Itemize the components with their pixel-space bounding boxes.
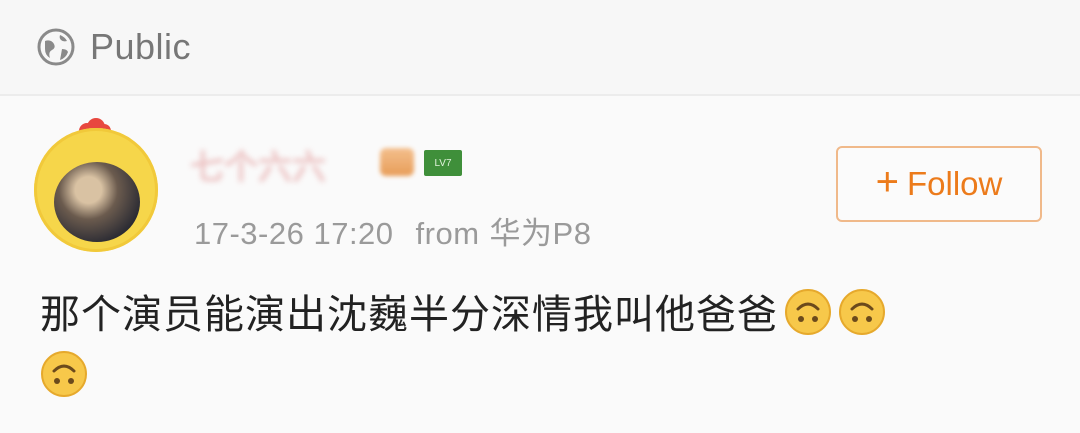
upside-down-face-emoji-icon (784, 288, 832, 336)
follow-label: Follow (907, 165, 1003, 202)
username[interactable]: 七个六六 (190, 140, 380, 187)
avatar[interactable] (28, 118, 168, 258)
plus-icon: + (875, 160, 899, 204)
source-prefix: from (415, 216, 480, 251)
follow-button[interactable]: + Follow (836, 146, 1042, 222)
globe-icon (37, 28, 75, 66)
post-body: 那个演员能演出沈巍半分深情我叫他爸爸 (40, 284, 1040, 408)
level-badge: LV7 (424, 150, 462, 176)
upside-down-face-emoji-icon (40, 350, 88, 398)
username-text: 七个六六 (190, 149, 326, 187)
post-card: 七个六六 LV7 17-3-26 17:20 from 华为P8 + Follow … (0, 96, 1080, 433)
visibility-label: Public (90, 26, 192, 67)
avatar-photo (54, 162, 140, 242)
timestamp: 17-3-26 17:20 (194, 216, 394, 251)
avatar-frame (34, 128, 158, 252)
visibility-bar: Public (0, 0, 1080, 96)
member-badge-icon (380, 148, 414, 176)
upside-down-face-emoji-icon (838, 288, 886, 336)
post-meta: 17-3-26 17:20 from 华为P8 (194, 208, 591, 253)
post-text: 那个演员能演出沈巍半分深情我叫他爸爸 (40, 293, 778, 337)
source-device[interactable]: 华为P8 (490, 216, 592, 251)
